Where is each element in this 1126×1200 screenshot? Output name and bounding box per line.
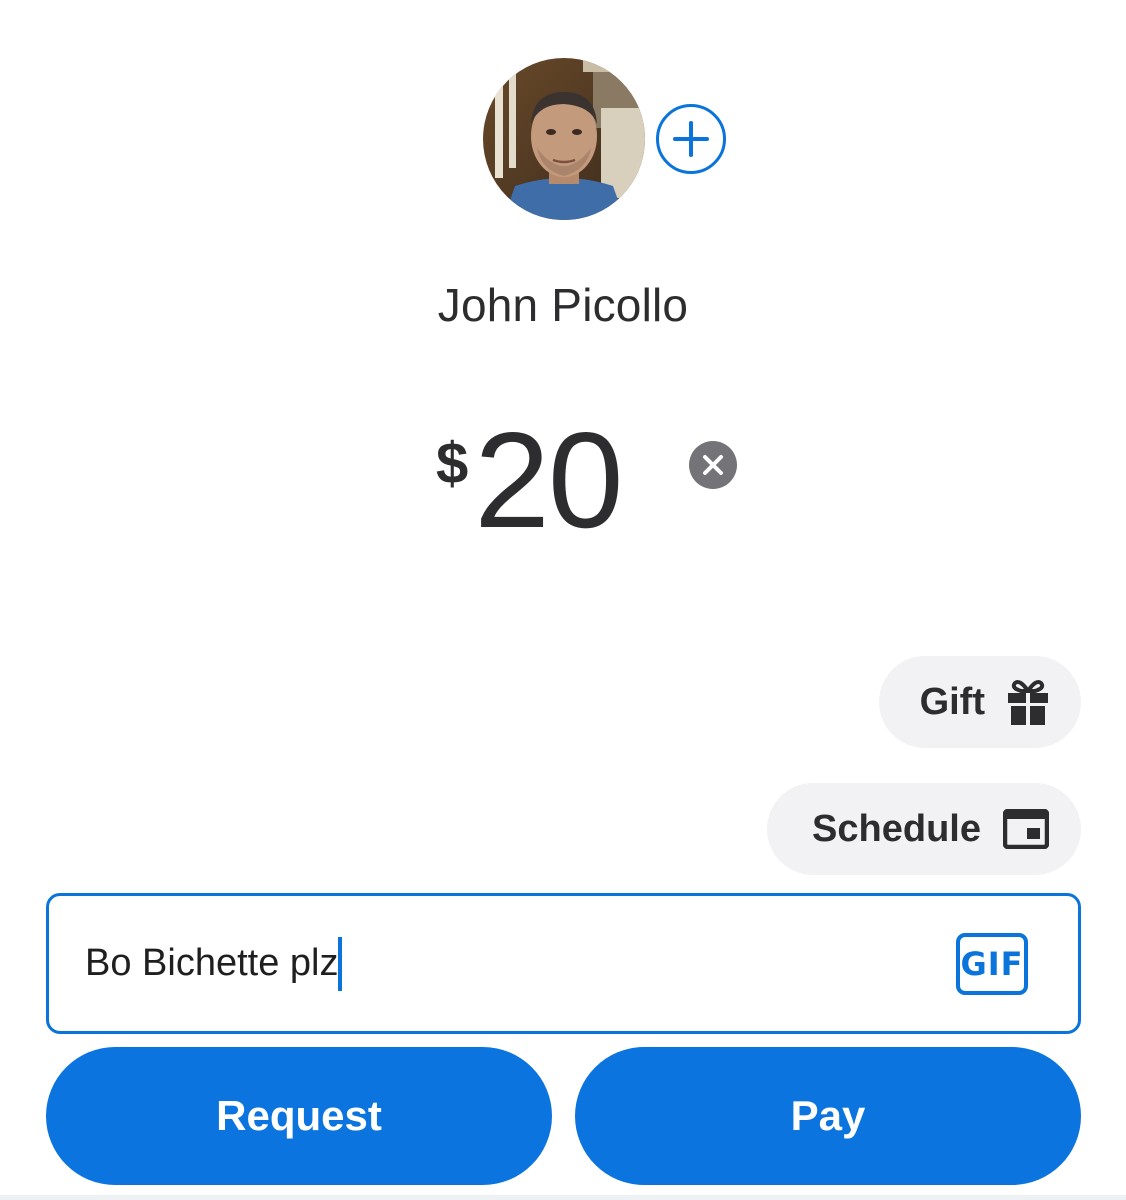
schedule-label: Schedule xyxy=(812,807,981,850)
clear-amount-button[interactable] xyxy=(689,441,737,489)
amount-display[interactable]: $ 20 xyxy=(436,404,624,556)
request-button[interactable]: Request xyxy=(46,1047,552,1185)
note-field[interactable]: Bo Bichette plz xyxy=(85,936,956,991)
gift-button[interactable]: Gift xyxy=(879,656,1081,748)
gif-button[interactable]: GIF xyxy=(956,932,1028,995)
calendar-icon xyxy=(1003,809,1049,849)
gif-label: GIF xyxy=(960,944,1024,983)
gift-icon xyxy=(1008,680,1048,725)
clear-x-icon xyxy=(703,455,723,475)
note-text: Bo Bichette plz xyxy=(85,942,339,984)
note-input[interactable]: Bo Bichette plz GIF xyxy=(46,893,1081,1034)
text-caret xyxy=(338,936,343,991)
recipient-name: John Picollo xyxy=(437,279,689,331)
bottom-divider xyxy=(0,1195,1126,1200)
profile-photo xyxy=(483,58,645,220)
avatar[interactable] xyxy=(483,58,645,220)
gift-label: Gift xyxy=(919,680,985,723)
payment-screen: John Picollo $ 20 Gift Schedule Bo Biche… xyxy=(0,0,1126,1200)
plus-circle-icon xyxy=(673,121,709,157)
pay-button[interactable]: Pay xyxy=(575,1047,1081,1185)
currency-symbol: $ xyxy=(436,431,469,496)
schedule-button[interactable]: Schedule xyxy=(767,783,1081,875)
add-contact-button[interactable] xyxy=(656,104,726,174)
amount-value: 20 xyxy=(474,404,623,556)
